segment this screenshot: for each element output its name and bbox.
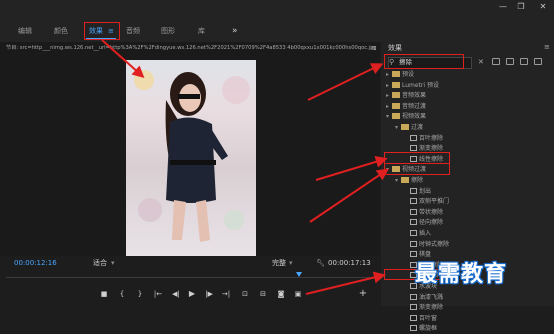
arrow-search (307, 63, 384, 101)
arrow-video-transitions (315, 155, 388, 181)
watermark-logo: 最需教育 (415, 261, 508, 287)
effect-item[interactable]: 百叶窗 (404, 314, 437, 324)
arrow-effects-tab (101, 39, 145, 79)
tree-item-label: 螺旋框 (419, 325, 438, 333)
tree-item-label: 百叶窗 (419, 314, 438, 322)
effect-icon (410, 325, 417, 332)
arrow-effect-item (305, 271, 386, 295)
arrow-wipe-folder (309, 168, 389, 223)
effect-icon (410, 314, 417, 321)
effect-item[interactable]: 螺旋框 (404, 324, 437, 334)
